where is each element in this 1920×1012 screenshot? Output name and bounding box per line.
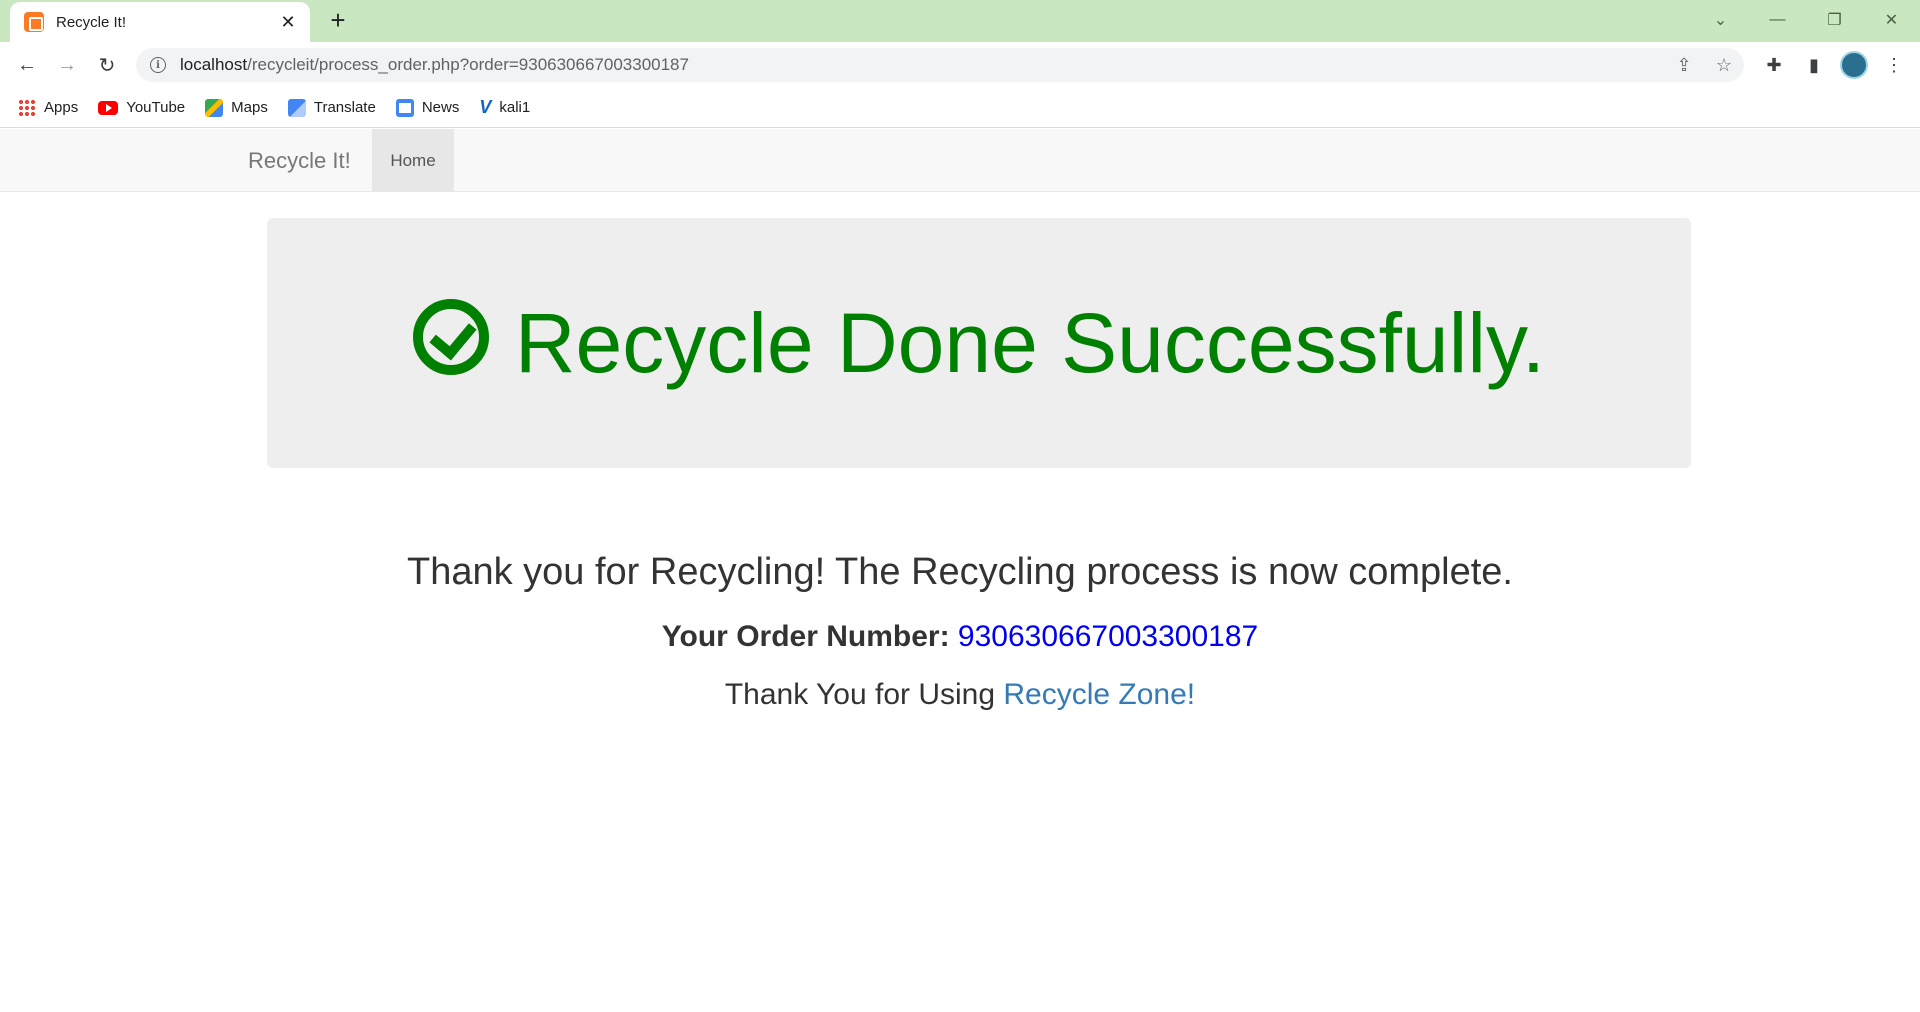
bookmark-label: Maps [231,99,268,116]
extensions-puzzle-icon[interactable]: ✚ [1754,50,1794,80]
url-text[interactable]: localhost/recycleit/process_order.php?or… [180,55,1664,75]
maps-icon [205,98,224,117]
order-number-value: 930630667003300187 [957,620,1259,653]
order-number-line: Your Order Number: 930630667003300187 [0,620,1920,654]
translate-icon [287,98,306,117]
close-tab-icon[interactable]: ✕ [278,12,298,33]
thanks-message: Thank you for Recycling! The Recycling p… [406,551,1513,593]
site-info-icon[interactable]: i [150,57,166,73]
order-number-label: Your Order Number: [661,620,950,653]
thank-you-prefix: Thank You for Using [724,678,996,711]
youtube-icon [98,100,119,115]
bookmark-youtube[interactable]: YouTube [98,99,185,116]
thank-you-line: Thank You for Using Recycle Zone! [0,678,1920,712]
success-heading: Recycle Done Successfully. [412,295,1546,392]
url-path: /recycleit/process_order.php?order=93063… [247,55,689,74]
page-content: Recycle It! Home Recycle Done Successful… [0,129,1920,1012]
site-navbar: Recycle It! Home [0,129,1920,192]
success-heading-text: Recycle Done Successfully. [514,295,1546,390]
forward-arrow-icon[interactable]: → [52,50,82,80]
bookmark-star-icon[interactable]: ☆ [1704,48,1744,82]
news-icon [395,98,414,117]
share-icon[interactable]: ⇪ [1664,48,1704,82]
recycle-zone-link[interactable]: Recycle Zone! [1003,678,1195,711]
minimize-button[interactable]: — [1749,0,1806,40]
browser-toolbar: ← → ↻ i localhost/recycleit/process_orde… [0,42,1920,88]
profile-avatar[interactable] [1840,51,1868,79]
apps-icon [18,98,36,117]
address-bar[interactable]: i localhost/recycleit/process_order.php?… [136,48,1744,82]
url-host: localhost [180,55,248,74]
window-controls: ⌄ — ❐ ✕ [1692,0,1920,40]
close-window-button[interactable]: ✕ [1863,0,1920,40]
nav-home-link[interactable]: Home [372,129,454,192]
navbar-brand[interactable]: Recycle It! [248,129,351,192]
tab-title: Recycle It! [56,13,127,31]
toolbar-right-icons: ✚ ▮ ⋮ [1754,50,1914,80]
bookmark-translate[interactable]: Translate [287,98,376,117]
new-tab-button[interactable]: + [324,6,352,34]
bookmark-label: Apps [44,99,79,116]
menu-dots-icon[interactable]: ⋮ [1874,50,1914,80]
bookmark-label: kali1 [499,99,531,116]
bookmark-news[interactable]: News [395,98,460,117]
side-panel-icon[interactable]: ▮ [1794,50,1834,80]
browser-tab[interactable]: Recycle It! ✕ [10,2,310,42]
reload-icon[interactable]: ↻ [92,50,122,80]
bookmark-label: Translate [313,99,376,116]
bookmark-maps[interactable]: Maps [205,98,268,117]
bookmark-label: News [421,99,460,116]
xampp-favicon-icon [24,12,44,32]
restore-button[interactable]: ❐ [1806,0,1863,40]
bookmark-kali[interactable]: Vkali1 [479,97,530,118]
success-jumbotron: Recycle Done Successfully. [267,218,1691,468]
tab-search-chevron-icon[interactable]: ⌄ [1692,0,1749,40]
kali-icon: V [479,97,492,117]
tab-strip: Recycle It! ✕ + ⌄ — ❐ ✕ [0,0,1920,42]
bookmark-label: YouTube [126,99,186,116]
back-arrow-icon[interactable]: ← [12,50,42,80]
bookmark-apps[interactable]: Apps [18,98,79,117]
check-circle-icon [412,299,489,375]
bookmarks-bar: Apps YouTube Maps Translate News Vkali1 [0,88,1920,128]
